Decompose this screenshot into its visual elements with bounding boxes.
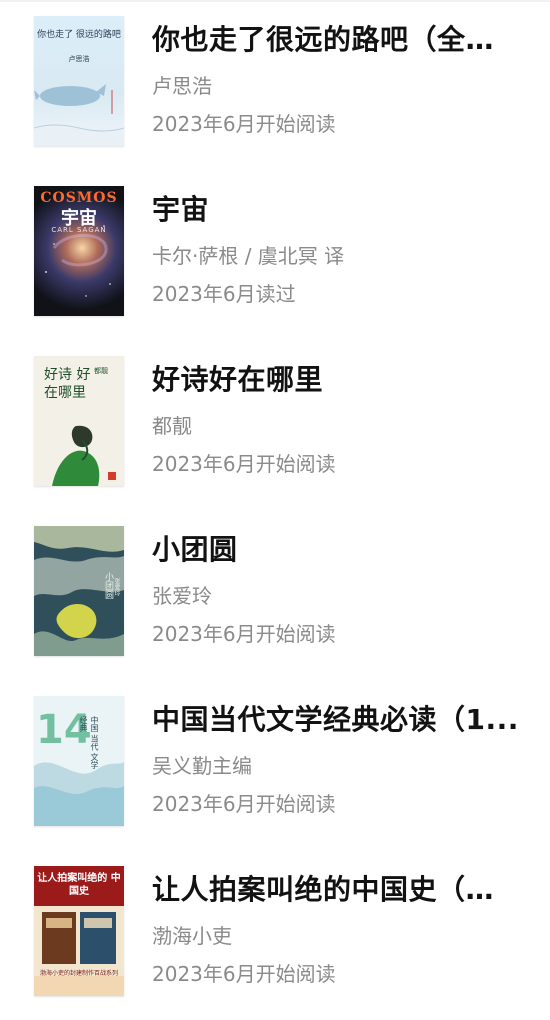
book-title[interactable]: 好诗好在哪里 [152, 360, 522, 400]
book-meta: 让人拍案叫绝的中国史（套... 渤海小吏 2023年6月开始阅读 [152, 870, 522, 988]
book-author[interactable]: 卡尔·萨根 / 虞北冥 译 [152, 242, 522, 270]
whale-illustration [34, 84, 124, 146]
book-cover[interactable]: COSMOS 宇宙 CARL SAGAN [34, 186, 124, 316]
cover-title: 你也走了 很远的路吧 [37, 30, 121, 40]
book-item[interactable]: COSMOS 宇宙 CARL SAGAN 宇宙 卡尔·萨根 / 虞北冥 译 20… [0, 170, 550, 340]
galaxy-illustration [45, 225, 111, 297]
book-item[interactable]: 让人拍案叫绝的 中国史 渤海小吏的封建制作百战系列 让人拍案叫绝的中国史（套..… [0, 850, 550, 1020]
cover-title: 让人拍案叫绝的 中国史 [37, 873, 121, 897]
book-title[interactable]: 你也走了很远的路吧（全新... [152, 20, 522, 60]
book-list: 你也走了 很远的路吧 卢思浩 你也走了很远的路吧（全新... 卢思浩 2023年… [0, 0, 550, 1000]
book-meta: 中国当代文学经典必读（1... 吴义勤主编 2023年6月开始阅读 [152, 700, 522, 818]
book-meta: 好诗好在哪里 都靓 2023年6月开始阅读 [152, 360, 522, 478]
cover-subtitle: 渤海小吏的封建制作百战系列 [39, 970, 118, 977]
reading-status: 2023年6月开始阅读 [152, 112, 336, 136]
book-meta: 小团圆 张爱玲 2023年6月开始阅读 [152, 530, 522, 648]
book-set-illustration [34, 906, 124, 996]
book-title[interactable]: 让人拍案叫绝的中国史（套... [152, 870, 522, 910]
book-cover[interactable]: 好诗 好在哪里 都靓 [34, 356, 124, 486]
book-title[interactable]: 小团圆 [152, 530, 522, 570]
book-author[interactable]: 张爱玲 [152, 582, 522, 610]
reading-status: 2023年6月开始阅读 [152, 452, 336, 476]
reading-status: 2023年6月开始阅读 [152, 792, 336, 816]
book-item[interactable]: 你也走了 很远的路吧 卢思浩 你也走了很远的路吧（全新... 卢思浩 2023年… [0, 0, 550, 170]
book-item[interactable]: 好诗 好在哪里 都靓 好诗好在哪里 都靓 2023年6月开始阅读 [0, 340, 550, 510]
book-meta: 你也走了很远的路吧（全新... 卢思浩 2023年6月开始阅读 [152, 20, 522, 138]
poetry-illustration [34, 402, 124, 486]
book-author[interactable]: 卢思浩 [152, 72, 522, 100]
book-cover[interactable]: 让人拍案叫绝的 中国史 渤海小吏的封建制作百战系列 [34, 866, 124, 996]
book-author[interactable]: 都靓 [152, 412, 522, 440]
reading-status: 2023年6月开始阅读 [152, 622, 336, 646]
reading-status: 2023年6月开始阅读 [152, 962, 336, 986]
book-item[interactable]: 小团圆 张爱玲 小团圆 张爱玲 2023年6月开始阅读 [0, 510, 550, 680]
book-item[interactable]: 14 中国 当代 文学 经典 中国当代文学经典必读（1... 吴义勤主编 202… [0, 680, 550, 850]
book-author[interactable]: 渤海小吏 [152, 922, 522, 950]
book-meta: 宇宙 卡尔·萨根 / 虞北冥 译 2023年6月读过 [152, 190, 522, 308]
book-author[interactable]: 吴义勤主编 [152, 752, 522, 780]
book-title[interactable]: 中国当代文学经典必读（1... [152, 700, 522, 740]
book-cover[interactable]: 14 中国 当代 文学 经典 [34, 696, 124, 826]
book-cover[interactable]: 你也走了 很远的路吧 卢思浩 [34, 16, 124, 146]
cover-author: 卢思浩 [68, 55, 90, 63]
book-title[interactable]: 宇宙 [152, 190, 522, 230]
cover-title: 中国 当代 文学 经典 [79, 716, 99, 770]
book-cover[interactable]: 小团圆 张爱玲 [34, 526, 124, 656]
reading-status: 2023年6月读过 [152, 282, 296, 306]
cover-author: 都靓 [94, 367, 108, 375]
cover-author: 张爱玲 [113, 578, 120, 596]
